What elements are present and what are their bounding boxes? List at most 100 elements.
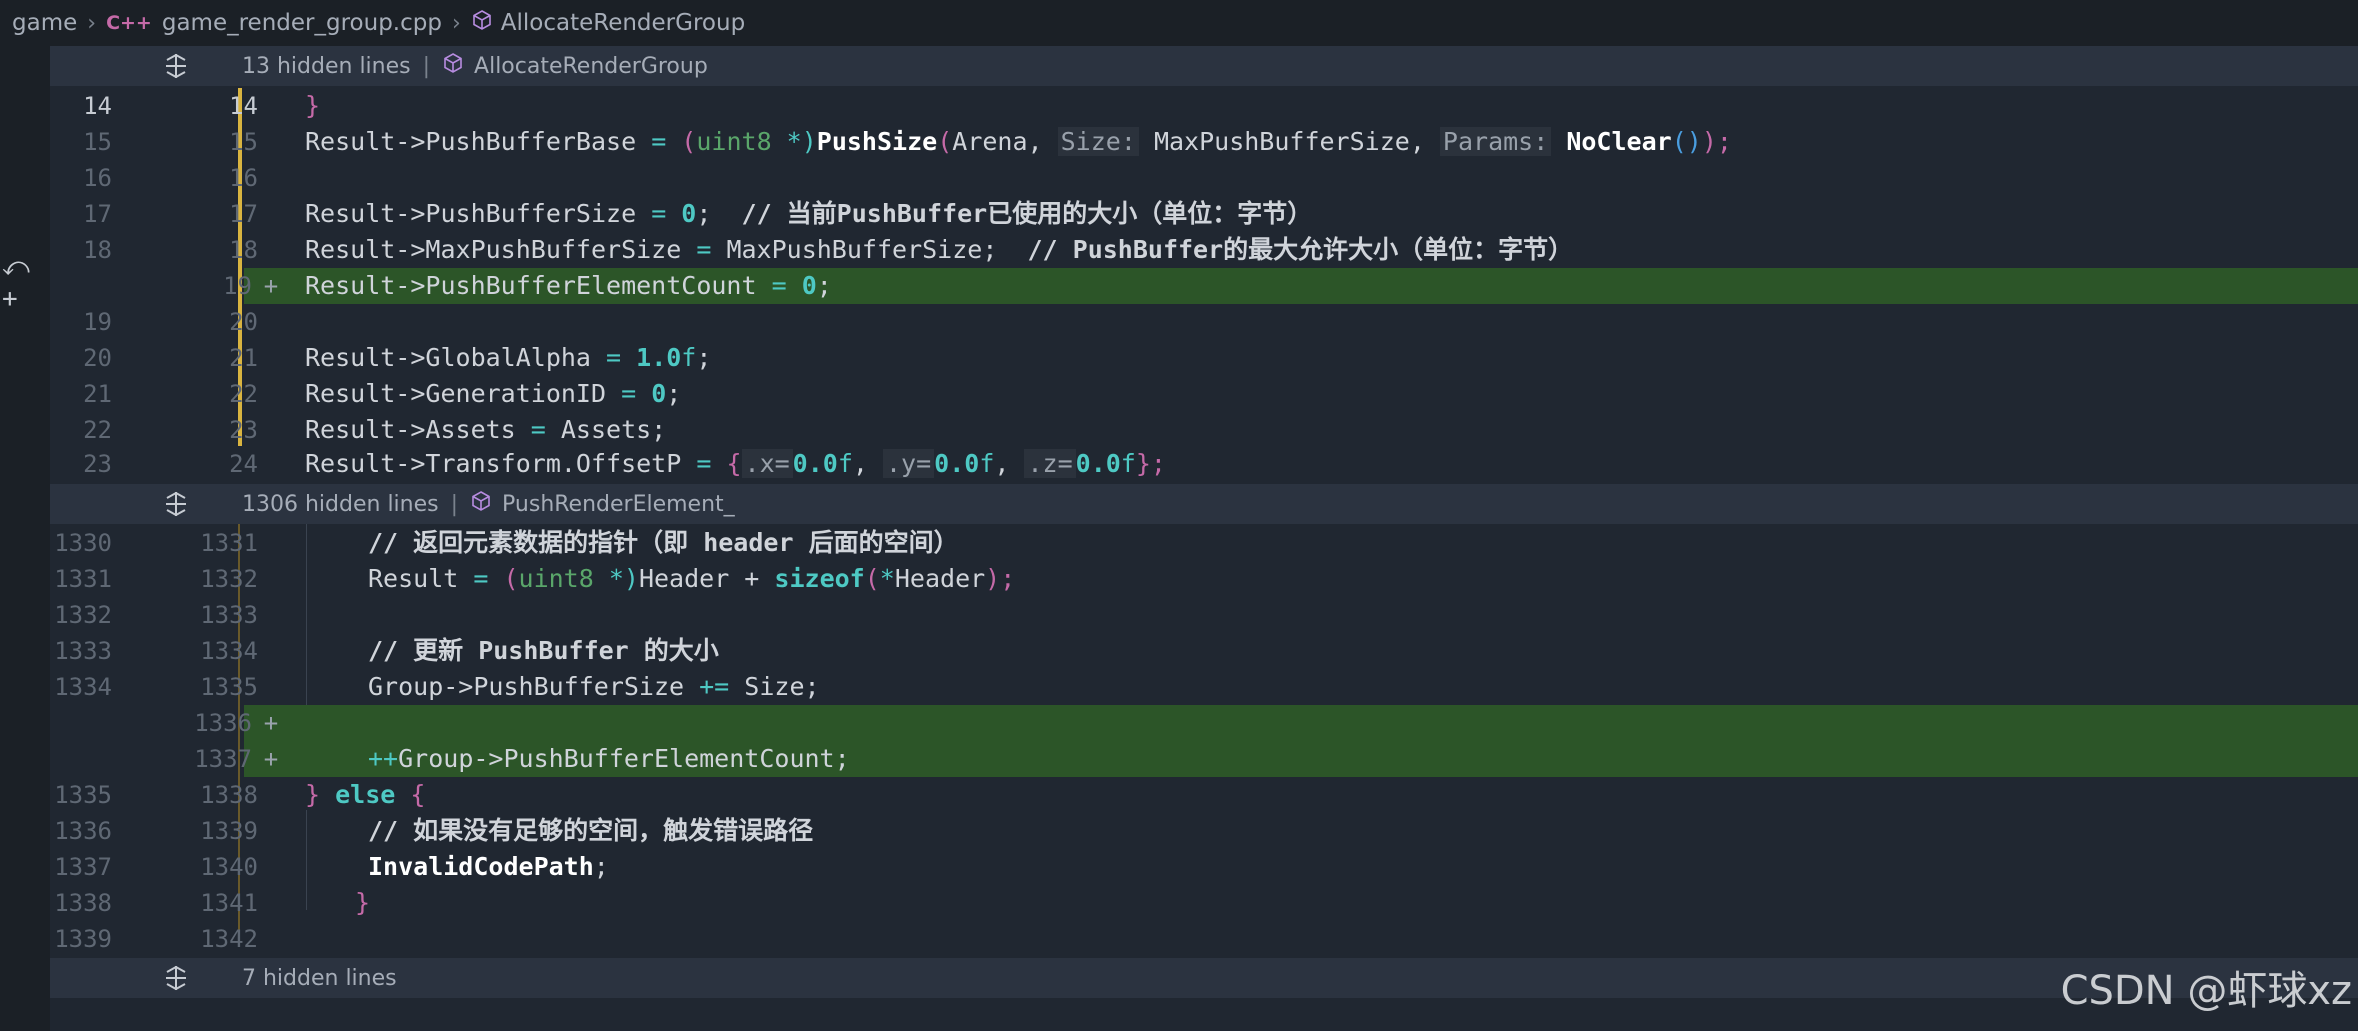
new-line-number: 1341 [200,889,258,917]
code-text: Result->PushBufferBase = (uint8 *)PushSi… [305,127,1732,156]
old-line-number: 19 [83,308,112,336]
old-line-number: 1334 [54,673,112,701]
code-text: Result->GlobalAlpha = 1.0f; [305,343,712,372]
code-text: } [355,888,371,917]
symbol-method-icon [471,9,493,37]
new-line-number: 17 [229,200,258,228]
hidden-lines-symbol[interactable]: AllocateRenderGroup [474,54,708,79]
diff-line[interactable]: 23 24 Result->Transform.OffsetP = {.x= 0.… [50,446,2358,482]
diff-line[interactable]: 1331 1332 Result = (uint8 *)Header + siz… [50,561,2358,597]
code-text: ++Group->PushBufferElementCount; [368,744,850,773]
stage-change-icon[interactable]: + [2,284,18,314]
unfold-icon[interactable] [162,52,190,80]
code-text: Result->MaxPushBufferSize = MaxPushBuffe… [305,235,1574,264]
new-line-number: 24 [229,450,258,478]
code-text: Result->PushBufferElementCount = 0; [305,271,832,300]
diff-line[interactable]: 15 15 Result->PushBufferBase = (uint8 *)… [50,124,2358,160]
breadcrumb-symbol[interactable]: AllocateRenderGroup [501,10,745,36]
diff-line[interactable]: 16 16 [50,160,2358,196]
new-line-number: 14 [229,92,258,120]
old-line-number: 1337 [54,853,112,881]
new-line-number: 23 [229,416,258,444]
cpp-file-icon: C++ [106,12,152,34]
added-line-highlight [244,705,2358,741]
old-line-number: 21 [83,380,112,408]
code-text: InvalidCodePath; [368,852,609,881]
hidden-lines-symbol[interactable]: PushRenderElement_ [502,492,735,517]
new-line-number: 1333 [200,601,258,629]
new-line-number: 1339 [200,817,258,845]
diff-line[interactable]: 20 21 Result->GlobalAlpha = 1.0f; [50,340,2358,376]
diff-line[interactable]: 1333 1334 // 更新 PushBuffer 的大小 [50,633,2358,669]
chevron-right-icon: › [451,10,461,36]
new-line-number: 19 [223,272,252,300]
new-line-number: 21 [229,344,258,372]
symbol-method-icon [470,490,492,518]
diff-line[interactable]: 14 14 } [50,88,2358,124]
symbol-method-icon [442,52,464,80]
old-line-number: 22 [83,416,112,444]
added-marker: + [263,745,279,773]
old-line-number: 14 [83,92,112,120]
diff-line[interactable]: 1337 1340 InvalidCodePath; [50,849,2358,885]
new-line-number: 1338 [200,781,258,809]
divider: | [422,53,431,79]
unfold-icon[interactable] [162,490,190,518]
hidden-lines-bar[interactable]: 1306 hidden lines | PushRenderElement_ [50,484,2358,524]
old-line-number [50,741,112,777]
diff-line[interactable]: 1330 1331 // 返回元素数据的指针（即 header 后面的空间） [50,525,2358,561]
hidden-lines-count: 7 hidden lines [242,965,397,991]
new-line-number: 1331 [200,529,258,557]
diff-line[interactable]: 18 18 Result->MaxPushBufferSize = MaxPus… [50,232,2358,268]
diff-line[interactable]: 17 17 Result->PushBufferSize = 0; // 当前P… [50,196,2358,232]
breadcrumb: game › C++ game_render_group.cpp › Alloc… [0,0,2358,46]
diff-line[interactable]: 1334 1335 Group->PushBufferSize += Size; [50,669,2358,705]
hidden-lines-bar[interactable]: 7 hidden lines [50,958,2358,998]
activity-gutter [0,46,50,1031]
hidden-lines-count: 13 hidden lines [242,53,411,79]
hidden-lines-count: 1306 hidden lines [242,491,439,517]
old-line-number [50,705,112,741]
new-line-number: 1336 [194,709,252,737]
gutter-area [50,998,240,1031]
code-text: // 更新 PushBuffer 的大小 [368,636,719,665]
code-text: Result->Transform.OffsetP = {.x= 0.0f, .y… [305,449,1166,478]
diff-line[interactable]: 1339 1342 [50,921,2358,957]
old-line-number: 20 [83,344,112,372]
old-line-number: 1331 [54,565,112,593]
new-line-number: 22 [229,380,258,408]
old-line-number: 17 [83,200,112,228]
diff-line[interactable]: 1332 1333 [50,597,2358,633]
old-line-number: 1336 [54,817,112,845]
unfold-icon[interactable] [162,964,190,992]
added-marker: + [263,272,279,300]
diff-line[interactable]: 1336 1339 // 如果没有足够的空间，触发错误路径 [50,813,2358,849]
diff-line-added[interactable]: 1337 + ++Group->PushBufferElementCount; [50,741,2358,777]
divider: | [450,491,459,517]
diff-line-added[interactable]: 1336 + [50,705,2358,741]
new-line-number: 16 [229,164,258,192]
revert-change-icon[interactable]: ⤺ [2,252,30,283]
hidden-lines-bar[interactable]: 13 hidden lines | AllocateRenderGroup [50,46,2358,86]
diff-line[interactable]: 1338 1341 } [50,885,2358,921]
diff-line[interactable]: 22 23 Result->Assets = Assets; [50,412,2358,448]
breadcrumb-file[interactable]: game_render_group.cpp [162,10,442,36]
breadcrumb-folder[interactable]: game [12,10,77,36]
diff-line[interactable]: 1335 1338 } else { [50,777,2358,813]
old-line-number: 16 [83,164,112,192]
old-line-number: 23 [83,450,112,478]
diff-line-added[interactable]: 19 + Result->PushBufferElementCount = 0; [50,268,2358,304]
added-marker: + [263,709,279,737]
diff-line[interactable]: 21 22 Result->GenerationID = 0; [50,376,2358,412]
diff-line[interactable]: 19 20 [50,304,2358,340]
code-text: } else { [305,780,426,809]
new-line-number: 1335 [200,673,258,701]
old-line-number: 1338 [54,889,112,917]
old-line-number: 18 [83,236,112,264]
code-text: // 返回元素数据的指针（即 header 后面的空间） [368,528,959,557]
new-line-number: 1332 [200,565,258,593]
old-line-number: 1330 [54,529,112,557]
old-line-number: 1332 [54,601,112,629]
new-line-number: 1334 [200,637,258,665]
new-line-number: 15 [229,128,258,156]
